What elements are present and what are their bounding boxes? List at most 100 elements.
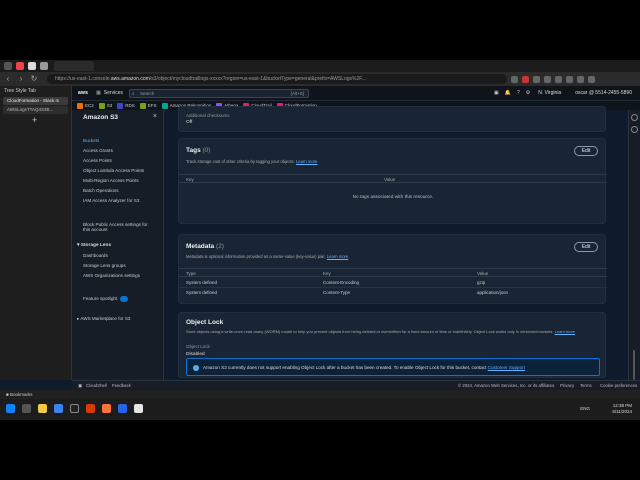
cloudshell-icon[interactable]: ▣ <box>494 90 499 96</box>
metadata-table-header: Type Key Value <box>179 268 607 277</box>
s3-nav-title: Amazon S3 <box>83 114 119 121</box>
settings-gear-icon[interactable]: ⚙ <box>526 90 530 96</box>
browser-tab-strip <box>0 60 640 72</box>
metadata-learn-more-link[interactable]: Learn more <box>327 254 348 259</box>
tags-card: Tags (0) Track storage cost of other cri… <box>178 138 607 224</box>
back-icon[interactable]: ‹ <box>3 74 13 84</box>
extension-icon[interactable] <box>533 75 540 83</box>
active-browser-tab[interactable] <box>54 61 94 71</box>
nav-organizations-settings[interactable]: AWS Organizations settings <box>83 273 140 278</box>
vertical-tab-item[interactable]: AWSLogsTTAQ4S3B... <box>3 106 68 114</box>
metadata-col-key: Key <box>323 271 331 276</box>
services-grid-icon[interactable]: ▦ <box>96 90 101 96</box>
object-lock-learn-more-link[interactable]: Learn more <box>555 329 575 334</box>
object-lock-value: Disabled <box>186 352 205 357</box>
table-row: System defined Content-Type application/… <box>186 290 509 295</box>
vscode-icon[interactable] <box>118 404 127 413</box>
s3-side-nav: Amazon S3 × Buckets Access Grants Access… <box>72 110 164 380</box>
favorite-ec2[interactable]: EC2 <box>77 102 94 109</box>
nav-object-lambda[interactable]: Object Lambda Access Points <box>83 168 144 173</box>
reload-icon[interactable]: ↻ <box>29 74 39 84</box>
terminal-icon[interactable] <box>70 404 79 413</box>
aws-footer: ▣ CloudShell Feedback © 2024, Amazon Web… <box>72 380 640 390</box>
ec2-icon <box>77 102 83 109</box>
customer-support-link[interactable]: Customer Support <box>488 365 525 370</box>
nav-batch-operations[interactable]: Batch Operations <box>83 188 119 193</box>
browser-menu-icon[interactable] <box>588 75 595 83</box>
nav-access-points[interactable]: Access Points <box>83 158 112 163</box>
aws-logo[interactable]: aws <box>78 90 88 96</box>
system-clock[interactable]: 12:38 PM 6/11/2024 <box>612 403 632 415</box>
app-icon[interactable] <box>134 404 143 413</box>
file-explorer-icon[interactable] <box>38 404 47 413</box>
nav-buckets[interactable]: Buckets <box>83 138 99 143</box>
extension-icon[interactable] <box>555 75 562 83</box>
app-icon[interactable] <box>86 404 95 413</box>
checksum-value: Off <box>186 120 193 125</box>
tags-col-key: Key <box>186 177 194 182</box>
firefox-icon[interactable] <box>102 404 111 413</box>
feedback-panel-icon[interactable] <box>631 126 638 133</box>
pinned-tab-icon[interactable] <box>40 62 48 70</box>
search-input[interactable]: ⌕ Search [Alt+S] <box>128 88 309 98</box>
vertical-tab-item[interactable]: CloudFormation - Stack m <box>3 97 68 105</box>
close-icon[interactable]: × <box>153 113 157 120</box>
metadata-col-value: Value <box>477 271 489 276</box>
extension-icon[interactable] <box>544 75 551 83</box>
tags-table-header: Key Value <box>179 174 607 183</box>
task-view-icon[interactable] <box>22 404 31 413</box>
extension-icon[interactable] <box>577 75 584 83</box>
tags-empty-message: No tags associated with this resource. <box>352 195 434 200</box>
new-tab-plus-icon[interactable]: + <box>0 115 71 125</box>
bookmark-star-icon[interactable] <box>511 75 518 83</box>
info-icon: i <box>193 365 199 371</box>
account-menu[interactable]: oscar @ 5514-2455-5890 <box>575 90 632 96</box>
services-menu[interactable]: Services <box>104 90 123 96</box>
pinned-tab-icon[interactable] <box>28 62 36 70</box>
efs-icon <box>139 102 146 109</box>
nav-marketplace[interactable]: ▸ AWS Marketplace for S3 <box>77 316 130 322</box>
favorite-s3[interactable]: S3 <box>98 102 112 109</box>
tags-col-value: Value <box>384 177 396 182</box>
s3-icon <box>98 102 105 109</box>
metadata-edit-button[interactable]: Edit <box>574 242 598 252</box>
tags-learn-more-link[interactable]: Learn more <box>296 159 317 164</box>
rekognition-icon <box>161 102 168 109</box>
object-lock-info-alert: i Amazon S3 currently does not support e… <box>186 358 600 376</box>
region-selector[interactable]: N. Virginia <box>538 90 561 96</box>
search-shortcut: [Alt+S] <box>290 90 304 96</box>
favorite-efs[interactable]: EFS <box>139 102 157 109</box>
favorite-rds[interactable]: RDS <box>117 102 135 109</box>
nav-feature-spotlight[interactable]: Feature spotlight <box>83 296 129 302</box>
nav-storage-lens-groups[interactable]: Storage Lens groups <box>83 263 126 268</box>
bookmarks-icon[interactable]: ■ <box>6 392 9 397</box>
extension-icon[interactable] <box>522 75 529 83</box>
windows-start-icon[interactable] <box>6 404 15 413</box>
url-field[interactable]: https://us-east-1.console.aws.amazon.com… <box>47 74 507 84</box>
info-panel-icon[interactable] <box>631 114 638 121</box>
right-utility-rail <box>628 110 640 380</box>
menu-icon[interactable] <box>4 62 12 70</box>
language-indicator[interactable]: ENG <box>580 406 590 411</box>
spotlight-badge <box>120 296 129 302</box>
notifications-icon[interactable]: 🔔 <box>505 90 511 96</box>
help-icon[interactable]: ? <box>517 90 520 96</box>
pinned-tab-icon[interactable] <box>16 62 24 70</box>
metadata-title: Metadata (2) <box>186 243 224 250</box>
scrollbar-thumb[interactable] <box>633 350 635 380</box>
search-icon: ⌕ <box>131 90 135 96</box>
tags-title: Tags (0) <box>186 147 211 154</box>
forward-icon[interactable]: › <box>16 74 26 84</box>
nav-block-public-access[interactable]: Block Public Access settings for this acc… <box>83 222 148 232</box>
object-lock-description: Store objects using a write-once-read-ma… <box>186 329 576 334</box>
nav-dashboards[interactable]: Dashboards <box>83 253 108 258</box>
nav-access-grants[interactable]: Access Grants <box>83 148 113 153</box>
extension-icon[interactable] <box>566 75 573 83</box>
object-lock-card: Object Lock Store objects using a write-… <box>178 312 606 378</box>
tags-edit-button[interactable]: Edit <box>574 146 598 156</box>
nav-storage-lens-header[interactable]: ▾ Storage Lens <box>77 243 111 248</box>
app-icon[interactable] <box>54 404 63 413</box>
nav-multi-region[interactable]: Multi-Region Access Points <box>83 178 139 183</box>
nav-iam-access-analyzer[interactable]: IAM Access Analyzer for S3 <box>83 198 139 203</box>
vertical-tabs-title[interactable]: Tree Style Tab <box>0 86 71 96</box>
